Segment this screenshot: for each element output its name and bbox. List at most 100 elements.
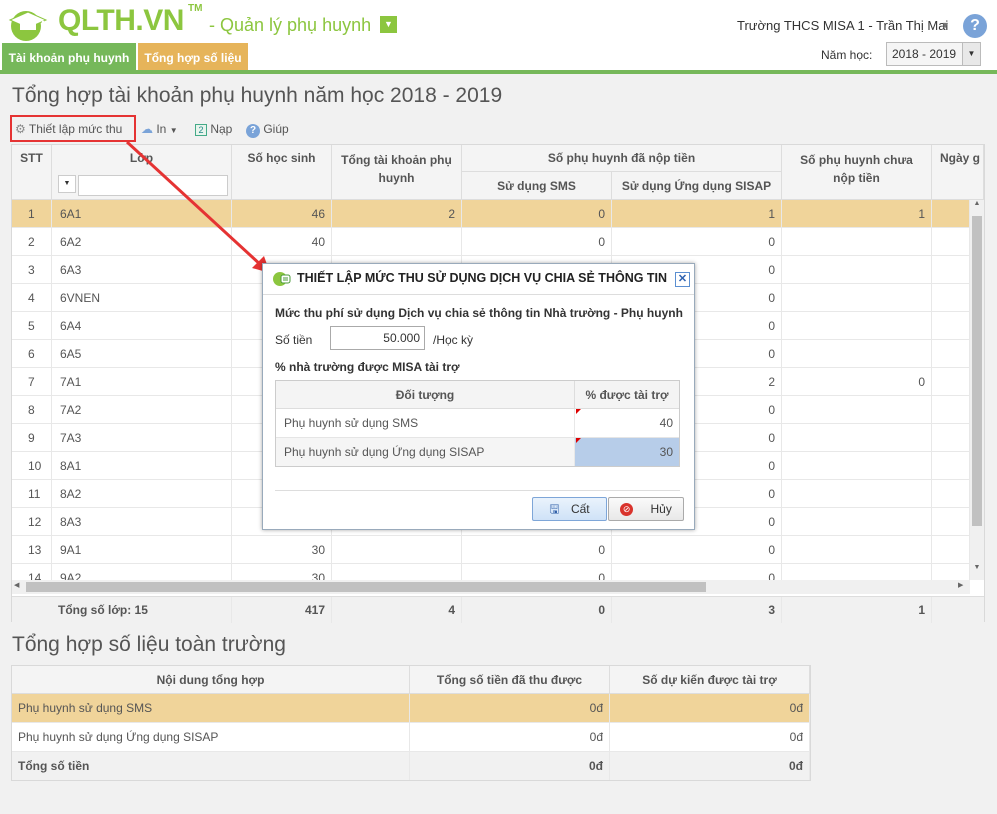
cell-class: 6A5 <box>52 340 232 368</box>
cell-class: 6A2 <box>52 228 232 256</box>
help-label: Giúp <box>263 122 289 136</box>
summary-row-collected: 0đ <box>410 723 610 751</box>
cell-unpaid <box>782 256 932 284</box>
cell-date <box>932 368 970 396</box>
tab-data-summary[interactable]: Tổng hợp số liệu <box>138 43 248 70</box>
summary-title: Tổng hợp số liệu toàn trường <box>12 633 286 656</box>
cell-date <box>932 396 970 424</box>
scroll-thumb-horizontal[interactable] <box>26 582 706 592</box>
logo: QLTH.VN <box>58 4 184 37</box>
summary-row[interactable]: Phụ huynh sử dụng Ứng dụng SISAP 0đ 0đ <box>12 723 810 752</box>
percent-input[interactable]: 40 <box>575 409 679 437</box>
scroll-up-icon[interactable]: ▲ <box>971 200 983 214</box>
cell-app: 1 <box>612 200 782 228</box>
save-button[interactable]: 🖫 Cất <box>532 497 607 521</box>
school-year-label: Năm học: <box>821 48 873 62</box>
question-icon: ? <box>246 124 260 138</box>
table-row[interactable]: 13 9A1 30 0 0 <box>12 536 970 564</box>
col-header-stt[interactable]: STT <box>12 145 52 200</box>
print-label: In <box>156 122 167 136</box>
edit-marker-icon <box>576 438 581 443</box>
app-title: - Quản lý phụ huynh <box>209 15 372 35</box>
sponsor-table: Đối tượng % được tài trợ Phụ huynh sử dụ… <box>275 380 680 467</box>
cell-sms: 0 <box>462 200 612 228</box>
cell-sms: 0 <box>462 564 612 580</box>
percent-input[interactable]: 30 <box>575 438 679 466</box>
table-row[interactable]: 1 6A1 46 2 0 1 1 <box>12 200 970 228</box>
cell-unpaid <box>782 396 932 424</box>
cell-unpaid <box>782 340 932 368</box>
scroll-down-icon[interactable]: ▼ <box>971 564 983 578</box>
sponsor-percent-label: % nhà trường được MISA tài trợ <box>275 360 460 374</box>
reload-icon: 2 <box>195 124 207 136</box>
help-button[interactable]: ? Giúp <box>246 120 289 138</box>
filter-dropdown[interactable]: ▼ <box>58 175 76 193</box>
cell-class: 6A1 <box>52 200 232 228</box>
horizontal-scrollbar[interactable]: ◀ ▶ <box>12 580 970 594</box>
cancel-icon: ⊘ <box>620 503 634 517</box>
cell-unpaid <box>782 564 932 580</box>
cell-stt: 4 <box>12 284 52 312</box>
app-switch-dropdown[interactable]: ▼ <box>380 16 397 33</box>
table-row[interactable]: 14 9A2 30 0 0 <box>12 564 970 580</box>
footer-app: 3 <box>612 597 782 623</box>
cell-students: 30 <box>232 564 332 580</box>
cell-date <box>932 564 970 580</box>
tab-parent-accounts[interactable]: Tài khoản phụ huynh <box>2 43 136 70</box>
cell-stt: 14 <box>12 564 52 580</box>
cell-accounts <box>332 564 462 580</box>
reload-label: Nạp <box>210 122 233 136</box>
cell-accounts <box>332 228 462 256</box>
setup-fee-button[interactable]: ⚙ Thiết lập mức thu <box>15 120 122 138</box>
amount-input[interactable]: 50.000 <box>330 326 425 350</box>
reload-button[interactable]: 2 Nạp <box>195 120 232 138</box>
summary-total-collected: 0đ <box>410 752 610 780</box>
col-header-app[interactable]: Sử dụng Ứng dụng SISAP <box>612 172 782 200</box>
cell-stt: 12 <box>12 508 52 536</box>
chevron-down-icon[interactable]: ▼ <box>941 20 950 30</box>
grid-footer: Tổng số lớp: 15 417 4 0 3 1 <box>12 596 984 623</box>
summary-header-collected: Tổng số tiền đã thu được <box>410 666 610 694</box>
cell-stt: 1 <box>12 200 52 228</box>
close-icon[interactable]: ✕ <box>675 272 690 287</box>
cell-accounts: 2 <box>332 200 462 228</box>
scroll-thumb[interactable] <box>972 216 982 526</box>
scroll-right-icon[interactable]: ▶ <box>958 581 963 589</box>
help-icon[interactable]: ? <box>963 14 987 38</box>
cell-stt: 6 <box>12 340 52 368</box>
school-summary-table: Nội dung tổng hợp Tổng số tiền đã thu đư… <box>11 665 811 781</box>
cell-unpaid <box>782 424 932 452</box>
cancel-label: Hủy <box>650 502 672 516</box>
target-label: Phụ huynh sử dụng Ứng dụng SISAP <box>276 438 575 466</box>
cell-app: 0 <box>612 228 782 256</box>
col-header-unpaid[interactable]: Số phụ huynh chưa nộp tiền <box>782 145 932 200</box>
col-header-sms[interactable]: Sử dụng SMS <box>462 172 612 200</box>
cell-unpaid: 0 <box>782 368 932 396</box>
dialog-divider <box>263 294 694 295</box>
chevron-down-icon[interactable]: ▼ <box>962 43 980 65</box>
table-row[interactable]: 2 6A2 40 0 0 <box>12 228 970 256</box>
vertical-scrollbar[interactable]: ▲ ▼ <box>970 200 984 580</box>
edit-marker-icon <box>576 409 581 414</box>
target-label: Phụ huynh sử dụng SMS <box>276 409 575 437</box>
cell-stt: 11 <box>12 480 52 508</box>
col-header-students[interactable]: Số học sinh <box>232 145 332 200</box>
school-year-value: 2018 - 2019 <box>892 47 957 61</box>
class-filter-input[interactable] <box>78 175 228 196</box>
cell-sms: 0 <box>462 228 612 256</box>
print-button[interactable]: ☁ In ▼ <box>141 120 178 140</box>
summary-row[interactable]: Phụ huynh sử dụng SMS 0đ 0đ <box>12 694 810 723</box>
cell-unpaid <box>782 284 932 312</box>
cancel-button[interactable]: ⊘ Hủy <box>608 497 684 521</box>
col-header-accounts[interactable]: Tổng tài khoản phụ huynh <box>332 145 462 200</box>
cell-class: 6VNEN <box>52 284 232 312</box>
summary-total-label: Tổng số tiền <box>12 752 410 780</box>
cell-class: 6A4 <box>52 312 232 340</box>
save-label: Cất <box>570 502 590 516</box>
col-header-date[interactable]: Ngày g <box>932 145 984 200</box>
user-menu[interactable]: Trường THCS MISA 1 - Trần Thị Mai <box>737 18 948 33</box>
school-year-select[interactable]: 2018 - 2019 ▼ <box>886 42 981 66</box>
cell-sms: 0 <box>462 536 612 564</box>
cell-unpaid <box>782 536 932 564</box>
scroll-left-icon[interactable]: ◀ <box>14 581 19 589</box>
